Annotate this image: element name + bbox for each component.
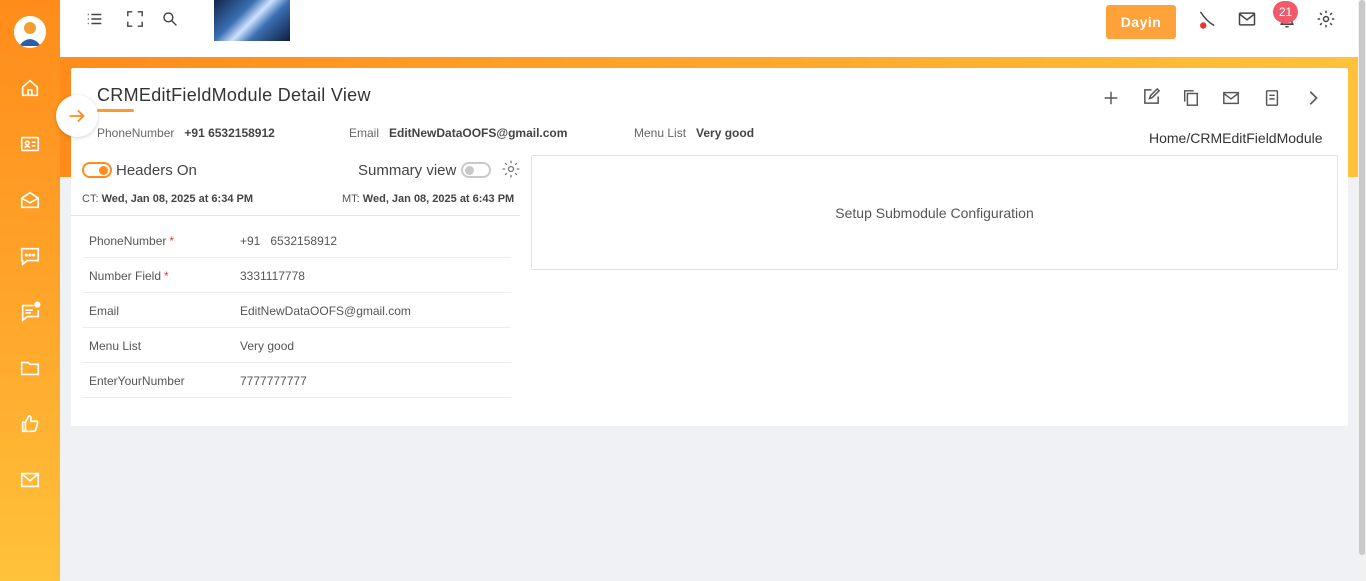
field-value[interactable]: 3331117778 [240, 269, 305, 283]
copy-icon[interactable] [1181, 88, 1201, 108]
message-notification-icon[interactable] [18, 300, 42, 324]
breadcrumb[interactable]: Home/CRMEditFieldModule [1149, 130, 1323, 146]
search-icon[interactable] [159, 8, 181, 30]
modified-value: Wed, Jan 08, 2025 at 6:43 PM [362, 193, 515, 205]
field-value[interactable]: 7777777777 [240, 374, 307, 388]
headers-toggle-label: Headers On [116, 162, 197, 179]
field-row: Number Field * 3331117778 [83, 258, 511, 293]
banner-thumbnail[interactable] [214, 0, 290, 41]
field-row: Email EditNewDataOOFS@gmail.com [83, 293, 511, 328]
mail-open-icon[interactable] [18, 188, 42, 212]
header-field-label: Email [349, 126, 380, 140]
summary-view-label: Summary view [358, 162, 457, 179]
menu-list-icon[interactable] [84, 8, 106, 30]
submodule-config-panel[interactable]: Setup Submodule Configuration [531, 155, 1338, 270]
user-name-button[interactable]: Dayin [1106, 5, 1176, 39]
header-field-menu-list: Menu List Very good [634, 126, 754, 140]
headers-toggle[interactable] [82, 162, 112, 178]
modified-prefix: MT: [342, 193, 360, 205]
top-bar: Dayin 21 [60, 0, 1358, 57]
fullscreen-icon[interactable] [124, 8, 146, 30]
modified-time: MT: Wed, Jan 08, 2025 at 6:43 PM [342, 193, 514, 205]
mail-icon[interactable] [1221, 88, 1241, 108]
chevron-right-icon[interactable] [1303, 88, 1323, 108]
contact-card-icon[interactable] [18, 132, 42, 156]
field-label: PhoneNumber * [89, 234, 175, 248]
divider [71, 215, 520, 216]
mail-icon[interactable] [18, 468, 42, 492]
field-row: EnterYourNumber 7777777777 [83, 363, 511, 398]
detail-card: CRMEditFieldModule Detail View PhoneNumb… [56, 68, 1348, 426]
page-title: CRMEditFieldModule Detail View [97, 85, 371, 105]
header-field-phone: PhoneNumber +91 6532158912 [97, 126, 275, 140]
thumbs-up-icon[interactable] [18, 412, 42, 436]
header-field-value: +91 6532158912 [184, 126, 275, 140]
field-value[interactable]: EditNewDataOOFS@gmail.com [240, 304, 411, 318]
scrollbar-thumb[interactable] [1359, 0, 1365, 555]
submodule-config-text: Setup Submodule Configuration [835, 204, 1034, 221]
field-value[interactable]: Very good [240, 339, 294, 353]
chat-icon[interactable] [18, 244, 42, 268]
created-value: Wed, Jan 08, 2025 at 6:34 PM [101, 193, 253, 205]
header-field-label: Menu List [634, 126, 687, 140]
phone-icon[interactable] [1195, 9, 1217, 31]
folder-icon[interactable] [18, 356, 42, 380]
notification-badge: 21 [1273, 1, 1298, 23]
header-field-email: Email EditNewDataOOFS@gmail.com [349, 126, 567, 140]
field-label: Number Field * [89, 269, 169, 283]
created-time: CT: Wed, Jan 08, 2025 at 6:34 PM [82, 193, 253, 205]
header-field-value: EditNewDataOOFS@gmail.com [389, 126, 568, 140]
summary-view-toggle[interactable] [461, 162, 491, 178]
header-field-value: Very good [696, 126, 755, 140]
title-underline [97, 109, 134, 112]
header-field-label: PhoneNumber [97, 126, 175, 140]
created-prefix: CT: [82, 193, 99, 205]
field-label: EnterYourNumber [89, 374, 185, 388]
gear-icon[interactable] [1315, 8, 1337, 30]
mail-icon[interactable] [1236, 8, 1258, 30]
field-label: Menu List [89, 339, 142, 353]
edit-icon[interactable] [1141, 86, 1161, 106]
document-icon[interactable] [1262, 88, 1282, 108]
gear-icon[interactable] [501, 159, 523, 181]
user-avatar[interactable] [14, 16, 46, 48]
field-row: Menu List Very good [83, 328, 511, 363]
field-row: PhoneNumber * +91 6532158912 [83, 223, 511, 258]
home-icon[interactable] [18, 76, 42, 100]
sidebar [0, 0, 60, 581]
expand-panel-button[interactable] [56, 95, 98, 137]
add-icon[interactable] [1101, 88, 1121, 108]
field-label: Email [89, 304, 120, 318]
field-value[interactable]: +91 6532158912 [240, 234, 337, 248]
